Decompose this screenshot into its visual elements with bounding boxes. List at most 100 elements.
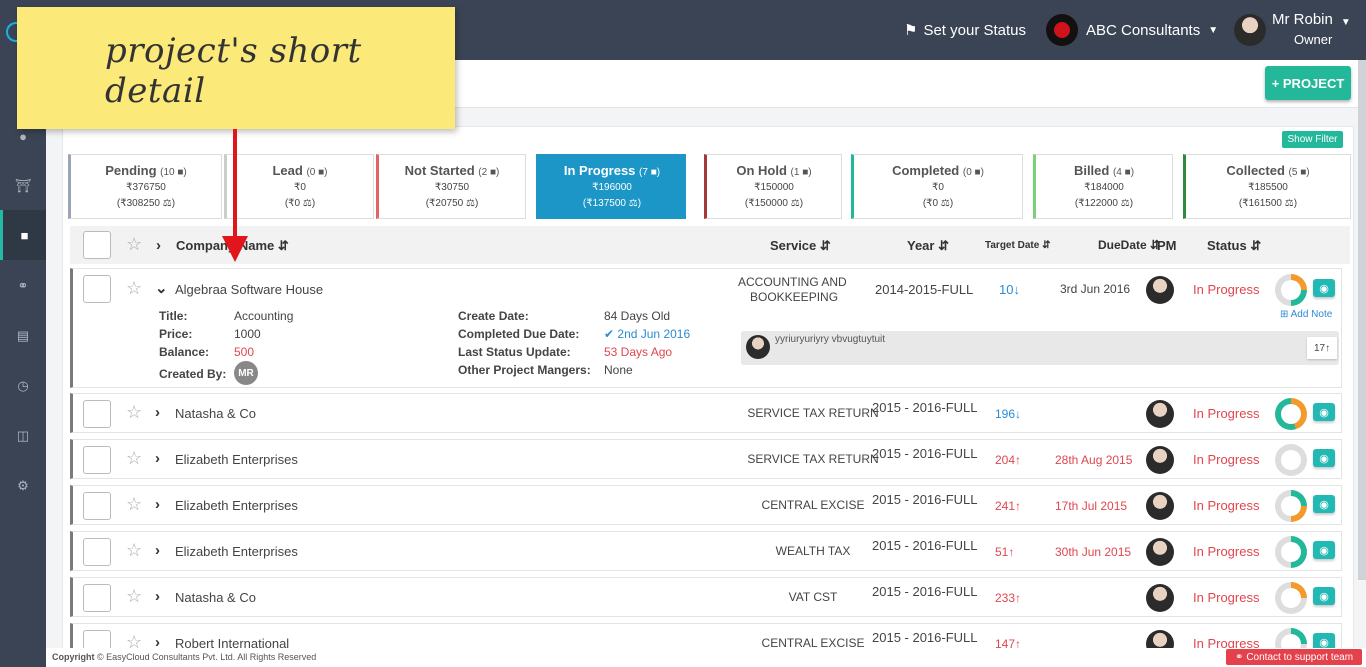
chevron-right-icon[interactable]: › [155, 404, 160, 421]
company-name[interactable]: Elizabeth Enterprises [175, 544, 298, 559]
caret-down-icon: ▼ [1340, 16, 1351, 28]
sort-icon: ⇵ [819, 238, 831, 253]
status-card-not-started[interactable]: Not Started (2 ■) ₹30750 (₹20750 ⚖) [376, 154, 526, 219]
company-name[interactable]: Natasha & Co [175, 590, 256, 605]
view-eye-icon[interactable]: ◉ [1313, 495, 1335, 513]
col-target-date[interactable]: Target Date ⇵ [985, 240, 1050, 251]
select-all-checkbox[interactable] [83, 231, 111, 259]
briefcase-icon: ■ [1124, 167, 1131, 178]
year: 2015 - 2016-FULL [872, 492, 978, 507]
annotation-sticky-note: project's short detail [17, 7, 455, 129]
star-icon[interactable]: ☆ [126, 540, 142, 561]
card-title: Not Started (2 ■) [404, 163, 500, 178]
table-row[interactable]: ☆ › Natasha & Co SERVICE TAX RETURN 2015 - 2… [70, 393, 1342, 433]
company-name[interactable]: Algebraa Software House [175, 282, 323, 297]
sidebar-item-reports[interactable]: ◫ [0, 414, 46, 458]
status-card-billed[interactable]: Billed (4 ■) ₹184000 (₹122000 ⚖) [1033, 154, 1173, 219]
scrollbar[interactable] [1358, 60, 1366, 580]
status-card-completed[interactable]: Completed (0 ■) ₹0 (₹0 ⚖) [851, 154, 1023, 219]
add-project-button[interactable]: + PROJECT [1265, 66, 1351, 100]
sidebar-item-settings[interactable]: ⚙ [0, 464, 46, 508]
note-count-badge[interactable]: 17 ↑ [1307, 337, 1337, 359]
due-date: 3rd Jun 2016 [1060, 282, 1131, 296]
row-checkbox[interactable] [83, 400, 111, 428]
company-switcher[interactable]: ABC Consultants ▼ [1046, 0, 1218, 60]
col-due-date[interactable]: DueDate ⇵ [1098, 238, 1160, 252]
pm-avatar[interactable] [1146, 538, 1174, 566]
row-checkbox[interactable] [83, 275, 111, 303]
note-author-avatar [746, 335, 770, 359]
view-eye-icon[interactable]: ◉ [1313, 279, 1335, 297]
card-balance: (₹0 ⚖) [922, 198, 954, 209]
row-checkbox[interactable] [83, 584, 111, 612]
pm-avatar[interactable] [1146, 400, 1174, 428]
card-amount: ₹376750 [126, 182, 166, 193]
col-status[interactable]: Status ⇵ [1207, 238, 1261, 254]
status-card-lead[interactable]: Lead (0 ■) ₹0 (₹0 ⚖) [224, 154, 374, 219]
sidebar-item-projects[interactable]: ■ [0, 210, 46, 260]
pm-avatar[interactable] [1146, 446, 1174, 474]
company-name[interactable]: Elizabeth Enterprises [175, 498, 298, 513]
view-eye-icon[interactable]: ◉ [1313, 541, 1335, 559]
status-card-pending[interactable]: Pending (10 ■) ₹376750 (₹308250 ⚖) [68, 154, 222, 219]
add-note-link[interactable]: ⊞ Add Note [1280, 309, 1332, 320]
star-icon[interactable]: ☆ [126, 448, 142, 469]
table-row[interactable]: ☆ › Elizabeth Enterprises CENTRAL EXCISE 201… [70, 485, 1342, 525]
chevron-right-icon[interactable]: › [155, 542, 160, 559]
table-row[interactable]: ☆ › Elizabeth Enterprises SERVICE TAX RETUR… [70, 439, 1342, 479]
company-name: ABC Consultants [1086, 21, 1201, 39]
sidebar-item-bank[interactable]: ⛩ [0, 164, 46, 208]
sort-icon: ⇵ [938, 238, 950, 253]
company-name[interactable]: Elizabeth Enterprises [175, 452, 298, 467]
detail-other-pm-value: None [604, 363, 633, 377]
year: 2015 - 2016-FULL [872, 400, 978, 415]
table-row[interactable]: ☆ › Natasha & Co VAT CST 2015 - 2016-FULL 233… [70, 577, 1342, 617]
table-row-expanded[interactable]: ☆ ⌄ Algebraa Software House ACCOUNTING A… [70, 268, 1342, 388]
star-icon[interactable]: ☆ [126, 586, 142, 607]
pm-avatar[interactable] [1146, 276, 1174, 304]
sidebar-item-time[interactable]: ◷ [0, 364, 46, 408]
user-menu[interactable]: Mr Robin Owner ▼ [1234, 0, 1351, 60]
year: 2015 - 2016-FULL [872, 584, 978, 599]
pm-avatar[interactable] [1146, 492, 1174, 520]
user-role: Owner [1294, 32, 1333, 47]
contact-support-button[interactable]: ⚭ Contact to support team [1226, 649, 1362, 665]
arrow-up-icon: ↑ [1325, 342, 1331, 354]
view-eye-icon[interactable]: ◉ [1313, 403, 1335, 421]
show-filter-button[interactable]: Show Filter [1282, 131, 1343, 148]
row-checkbox[interactable] [83, 492, 111, 520]
status-card-in-progress[interactable]: In Progress (7 ■) ₹196000 (₹137500 ⚖) [536, 154, 686, 219]
company-name[interactable]: Natasha & Co [175, 406, 256, 421]
view-eye-icon[interactable]: ◉ [1313, 449, 1335, 467]
pm-avatar[interactable] [1146, 584, 1174, 612]
chevron-down-icon[interactable]: ⌄ [155, 279, 168, 297]
card-balance: (₹137500 ⚖) [582, 198, 642, 209]
status-card-on-hold[interactable]: On Hold (1 ■) ₹150000 (₹150000 ⚖) [704, 154, 842, 219]
sidebar-item-documents[interactable]: ▤ [0, 314, 46, 358]
row-checkbox[interactable] [83, 538, 111, 566]
status-card-collected[interactable]: Collected (5 ■) ₹185500 (₹161500 ⚖) [1183, 154, 1351, 219]
set-status-button[interactable]: ⚑ Set your Status [904, 0, 1026, 60]
chevron-right-icon[interactable]: › [155, 496, 160, 513]
creator-avatar[interactable]: MR [234, 361, 258, 385]
sidebar-item-chat[interactable]: ⚭ [0, 264, 46, 308]
star-icon[interactable]: ☆ [126, 402, 142, 423]
star-icon[interactable]: ☆ [126, 234, 142, 255]
status-text: In Progress [1193, 282, 1260, 297]
table-row[interactable]: ☆ › Elizabeth Enterprises WEALTH TAX 2015 - … [70, 531, 1342, 571]
chevron-right-icon[interactable]: › [155, 450, 160, 467]
chevron-right-icon[interactable]: › [155, 588, 160, 605]
star-icon[interactable]: ☆ [126, 494, 142, 515]
col-service[interactable]: Service ⇵ [770, 238, 831, 254]
year: 2015 - 2016-FULL [872, 630, 978, 645]
target-days: 204↑ [995, 453, 1022, 467]
card-title: Collected (5 ■) [1226, 163, 1310, 178]
row-checkbox[interactable] [83, 446, 111, 474]
col-pm[interactable]: PM [1157, 238, 1177, 253]
col-year[interactable]: Year ⇵ [907, 238, 949, 254]
view-eye-icon[interactable]: ◉ [1313, 587, 1335, 605]
sort-icon: ⇵ [1042, 240, 1051, 251]
detail-last-status-value: 53 Days Ago [604, 345, 673, 359]
star-icon[interactable]: ☆ [126, 278, 142, 299]
chevron-right-icon[interactable]: › [156, 237, 161, 254]
